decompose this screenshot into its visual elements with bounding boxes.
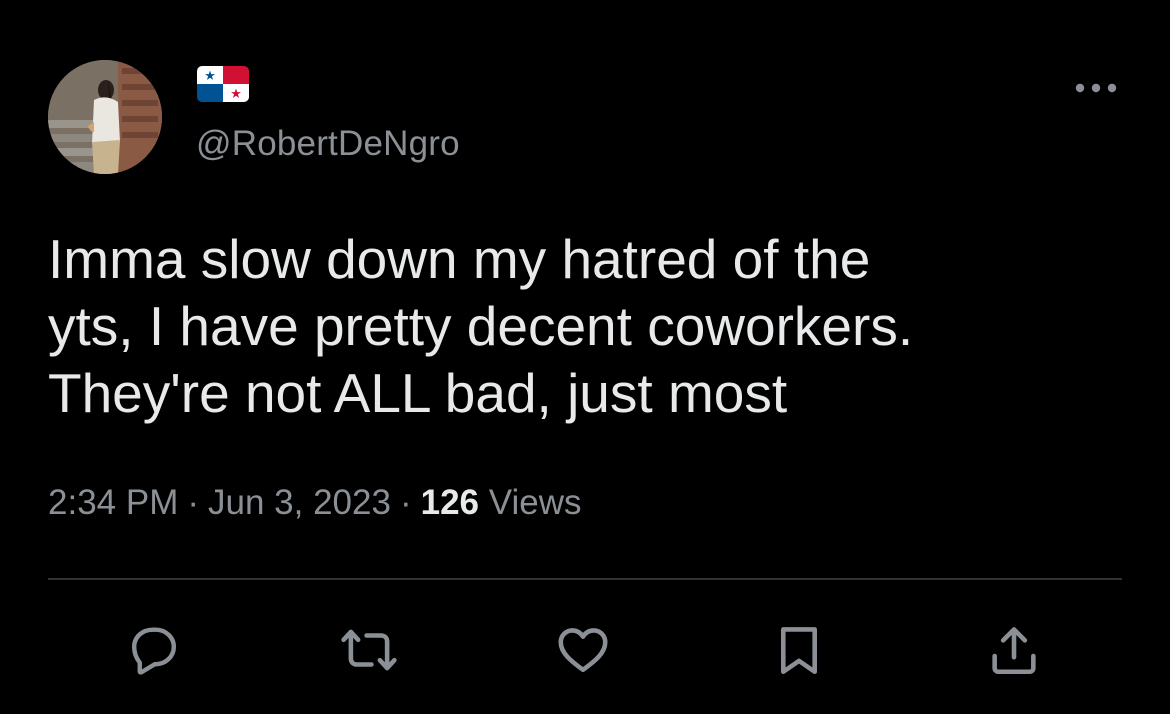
action-bar [0,614,1170,686]
tweet-detail: @RobertDeNgro Imma slow down my hatred o… [0,0,1170,714]
views-count[interactable]: 126 [421,483,479,522]
views-label: Views [488,483,582,522]
bookmark-icon [780,627,818,675]
user-handle[interactable]: @RobertDeNgro [196,122,460,166]
bookmark-button[interactable] [763,614,835,686]
reply-icon [131,627,177,675]
like-button[interactable] [547,614,619,686]
share-button[interactable] [978,614,1050,686]
share-icon [992,627,1036,675]
tweet-time[interactable]: 2:34 PM [48,483,178,522]
avatar-photo [48,60,162,174]
more-options-icon[interactable] [1070,70,1122,106]
panama-flag-icon [197,66,249,102]
like-icon [558,628,608,673]
retweet-icon [341,629,397,671]
avatar[interactable] [48,60,162,174]
meta-separator: · [399,483,412,522]
tweet-metadata: 2:34 PM · Jun 3, 2023 · 126 Views [48,480,581,526]
meta-separator: · [187,483,200,522]
tweet-date[interactable]: Jun 3, 2023 [208,483,391,522]
tweet-text: Imma slow down my hatred of the yts, I h… [48,228,914,424]
retweet-button[interactable] [333,614,405,686]
divider [48,578,1122,580]
reply-button[interactable] [118,614,190,686]
